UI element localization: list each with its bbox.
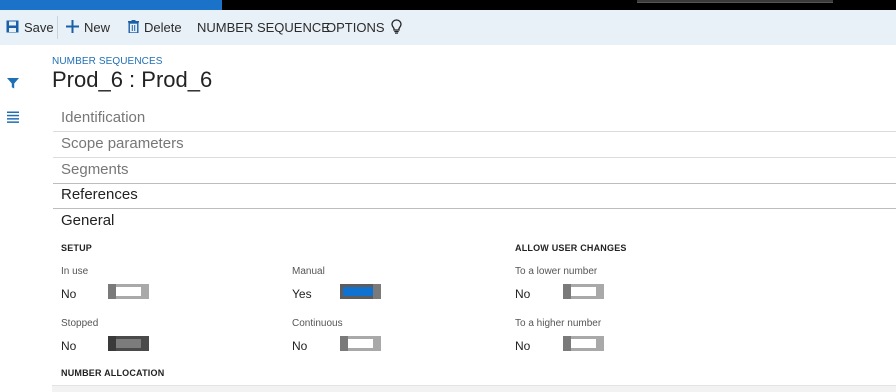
delete-button[interactable]: Delete bbox=[128, 10, 182, 45]
lightbulb-button[interactable] bbox=[391, 10, 402, 45]
tab-number-sequence[interactable]: NUMBER SEQUENCE bbox=[197, 10, 330, 45]
fasttab-label: General bbox=[61, 212, 115, 229]
fasttab-references[interactable]: References bbox=[53, 183, 896, 209]
stopped-toggle[interactable] bbox=[108, 336, 149, 351]
fasttab-identification[interactable]: Identification bbox=[53, 106, 896, 132]
toggle-knob bbox=[108, 284, 116, 299]
fasttab-segments[interactable]: Segments bbox=[53, 158, 896, 184]
fasttab-label: Scope parameters bbox=[61, 135, 184, 152]
new-button[interactable]: New bbox=[66, 10, 110, 45]
number-sequence-label: NUMBER SEQUENCE bbox=[197, 20, 330, 35]
list-icon[interactable] bbox=[6, 110, 22, 126]
trash-icon bbox=[128, 19, 139, 36]
save-label: Save bbox=[24, 20, 54, 35]
options-label: OPTIONS bbox=[326, 20, 385, 35]
fasttab-scope-parameters[interactable]: Scope parameters bbox=[53, 132, 896, 158]
to-higher-number-toggle[interactable] bbox=[563, 336, 604, 351]
to-lower-number-label: To a lower number bbox=[515, 266, 598, 277]
save-icon bbox=[6, 20, 19, 36]
toggle-track bbox=[343, 287, 375, 296]
manual-value: Yes bbox=[292, 287, 312, 301]
page-title: Prod_6 : Prod_6 bbox=[52, 67, 213, 92]
toggle-knob bbox=[563, 284, 571, 299]
search-box[interactable] bbox=[637, 0, 833, 3]
fasttab-label: References bbox=[61, 186, 138, 203]
action-separator bbox=[57, 16, 58, 39]
app-brand-area bbox=[0, 0, 222, 10]
toggle-knob bbox=[373, 284, 381, 299]
stopped-label: Stopped bbox=[61, 318, 99, 329]
save-button[interactable]: Save bbox=[6, 10, 54, 45]
plus-icon bbox=[66, 19, 79, 36]
to-lower-number-value: No bbox=[515, 287, 531, 301]
to-lower-number-toggle[interactable] bbox=[563, 284, 604, 299]
number-allocation-header: NUMBER ALLOCATION bbox=[61, 368, 165, 378]
toggle-knob bbox=[340, 336, 348, 351]
toggle-knob bbox=[563, 336, 571, 351]
toggle-knob bbox=[108, 336, 116, 351]
to-higher-number-value: No bbox=[515, 339, 531, 353]
page-caption: NUMBER SEQUENCES bbox=[52, 56, 163, 67]
manual-label: Manual bbox=[292, 266, 325, 277]
in-use-label: In use bbox=[61, 266, 89, 277]
top-nav-bar bbox=[0, 0, 896, 10]
lightbulb-icon bbox=[391, 18, 402, 37]
in-use-value: No bbox=[61, 287, 77, 301]
stopped-value: No bbox=[61, 339, 77, 353]
action-pane: Save New Delete NUMBER SEQUENCE OPTIONS bbox=[0, 10, 896, 45]
continuous-value: No bbox=[292, 339, 308, 353]
continuous-toggle[interactable] bbox=[340, 336, 381, 351]
allow-user-changes-header: ALLOW USER CHANGES bbox=[515, 243, 627, 253]
to-higher-number-label: To a higher number bbox=[515, 318, 602, 329]
continuous-label: Continuous bbox=[292, 318, 343, 329]
fasttab-general[interactable]: General bbox=[53, 209, 896, 234]
fasttab-label: Identification bbox=[61, 109, 146, 126]
filter-icon[interactable] bbox=[6, 76, 22, 92]
fasttab-label: Segments bbox=[61, 161, 129, 178]
new-label: New bbox=[84, 20, 111, 35]
setup-group-header: SETUP bbox=[61, 243, 93, 253]
tab-options[interactable]: OPTIONS bbox=[326, 10, 385, 45]
delete-label: Delete bbox=[144, 20, 182, 35]
in-use-toggle[interactable] bbox=[108, 284, 149, 299]
manual-toggle[interactable] bbox=[340, 284, 381, 299]
